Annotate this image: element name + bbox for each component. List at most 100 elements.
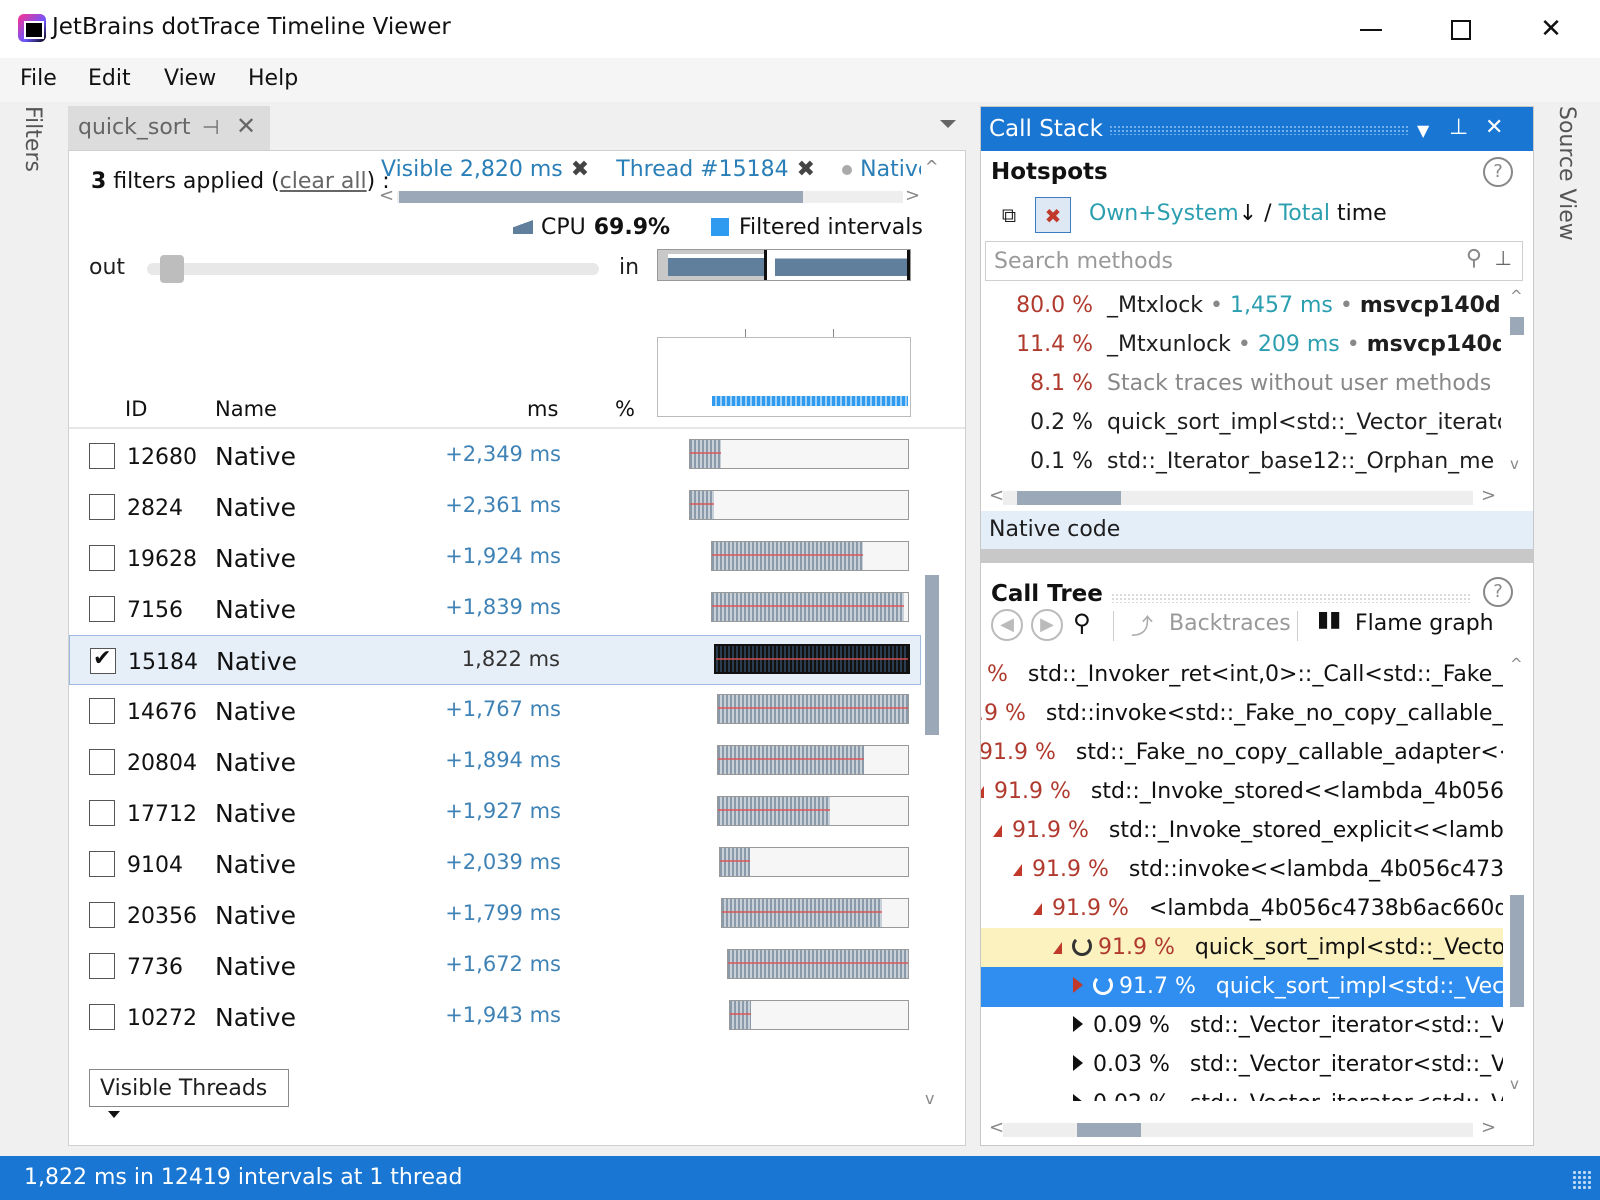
back-arrow-icon[interactable]: ◀ [991, 609, 1023, 641]
call-tree-row[interactable]: 91.9 % std::invoke<<lambda_4b056c4738b6 [981, 850, 1503, 890]
thread-activity-bar[interactable] [717, 745, 909, 775]
hotspots-vscrollbar[interactable]: ^ v [1507, 287, 1527, 487]
thread-row[interactable]: 17712 Native +1,927 ms [69, 788, 921, 838]
hotspot-row[interactable]: 0.1 % std::_Iterator_base12::_Orphan_me •… [981, 443, 1501, 483]
scroll-thumb[interactable] [1510, 317, 1524, 335]
minimize-button[interactable] [1336, 8, 1406, 50]
call-tree-row[interactable]: 91.9 % std::_Invoke_stored_explicit<<lamb… [981, 811, 1503, 851]
filter-chips-scrollbar[interactable]: < > [379, 185, 921, 206]
scroll-left-icon[interactable]: < [989, 1117, 1004, 1138]
thread-row[interactable]: 19628 Native +1,924 ms [69, 533, 921, 583]
thread-activity-bar[interactable] [711, 541, 909, 571]
collapsed-triangle-icon[interactable] [1073, 977, 1083, 993]
thread-row[interactable]: 20804 Native +1,894 ms [69, 737, 921, 787]
thread-row[interactable]: 15184 Native 1,822 ms [69, 635, 921, 685]
thread-row[interactable]: 7736 Native +1,672 ms [69, 941, 921, 991]
remove-filter-icon[interactable]: ✖ [797, 157, 815, 182]
call-tree-row[interactable]: 91.9 % std::_Invoke_stored<<lambda_4b056c… [981, 772, 1503, 812]
tab-list-dropdown-icon[interactable] [940, 120, 956, 128]
thread-activity-bar[interactable] [727, 949, 909, 979]
scroll-thumb[interactable] [399, 191, 803, 203]
backtraces-button[interactable]: Backtraces [1169, 611, 1291, 636]
expanded-triangle-icon[interactable] [1013, 864, 1022, 876]
close-tab-icon[interactable]: ✕ [236, 112, 256, 140]
thread-list-scrollbar[interactable]: ^ v [921, 151, 943, 1145]
hotspot-row[interactable]: 0.2 % quick_sort_impl<std::_Vector_iterat… [981, 404, 1501, 444]
thread-checkbox[interactable] [89, 698, 115, 724]
call-tree-vscrollbar[interactable]: ^ v [1507, 655, 1527, 1101]
thread-checkbox[interactable] [90, 646, 116, 674]
thread-row[interactable]: 12680 Native +2,349 ms [69, 431, 921, 481]
dropdown-menu-icon[interactable]: ▼ [1417, 121, 1429, 140]
close-window-button[interactable]: ✕ [1516, 8, 1586, 50]
help-icon[interactable]: ? [1483, 157, 1513, 187]
thread-row[interactable]: 9104 Native +2,039 ms [69, 839, 921, 889]
hotspot-row[interactable]: 80.0 % _Mtxlock • 1,457 ms • msvcp140d.dl… [981, 287, 1501, 327]
thread-checkbox[interactable] [89, 596, 115, 622]
pin-icon[interactable]: ⊣ [202, 115, 219, 139]
menu-help[interactable]: Help [248, 66, 298, 91]
collapsed-triangle-icon[interactable] [1073, 1055, 1083, 1071]
zoom-slider-thumb[interactable] [159, 255, 184, 283]
thread-activity-bar[interactable] [717, 694, 909, 724]
scroll-right-icon[interactable]: > [905, 185, 920, 206]
mode-own-system[interactable]: Own+System [1089, 201, 1239, 226]
thread-row[interactable]: 7156 Native +1,839 ms [69, 584, 921, 634]
thread-checkbox[interactable] [89, 902, 115, 928]
thread-activity-bar[interactable] [729, 1000, 909, 1030]
filter-chip-native[interactable]: Native [842, 157, 921, 182]
hotspot-row[interactable]: 11.4 % _Mtxunlock • 209 ms • msvcp140d.dl… [981, 326, 1501, 366]
thread-checkbox[interactable] [89, 851, 115, 877]
forward-arrow-icon[interactable]: ▶ [1031, 609, 1063, 641]
menu-view[interactable]: View [164, 66, 216, 91]
chevron-up-icon[interactable]: ^ [1510, 655, 1523, 673]
help-icon[interactable]: ? [1483, 577, 1513, 607]
expanded-triangle-icon[interactable] [981, 786, 984, 798]
collapsed-triangle-icon[interactable] [1073, 1094, 1083, 1101]
chevron-down-icon[interactable]: v [925, 1089, 934, 1108]
chevron-up-icon[interactable]: ^ [1510, 287, 1523, 305]
expanded-triangle-icon[interactable] [1033, 903, 1042, 915]
call-tree-row[interactable]: 0.02 % std::_Vector_iterator<std::_Vect [981, 1084, 1503, 1101]
filter-chip-thread[interactable]: Thread #15184 ✖ [616, 157, 815, 182]
thread-activity-bar[interactable] [721, 898, 909, 928]
chevron-down-icon[interactable]: v [1510, 455, 1519, 473]
thread-activity-bar[interactable] [717, 796, 909, 826]
pin-icon[interactable]: ⊥ [1449, 115, 1468, 140]
thread-row[interactable]: 14676 Native +1,767 ms [69, 686, 921, 736]
call-tree-hscrollbar[interactable]: < > [981, 1117, 1505, 1139]
drag-grip[interactable] [1109, 125, 1409, 135]
resize-grip-icon[interactable] [1572, 1170, 1592, 1190]
call-tree-row[interactable]: 91.9 % quick_sort_impl<std::_Vector_i [981, 928, 1503, 968]
collapsed-triangle-icon[interactable] [1073, 1016, 1083, 1032]
call-tree-row[interactable]: 91.9 % <lambda_4b056c4738b6ac660de4 [981, 889, 1503, 929]
hotspots-hscrollbar[interactable]: < > [981, 485, 1505, 507]
scroll-right-icon[interactable]: > [1481, 1117, 1496, 1138]
close-icon[interactable]: ✕ [1485, 115, 1503, 140]
search-icon[interactable]: ⚲ [1073, 609, 1091, 637]
chevron-up-icon[interactable]: ^ [925, 157, 938, 176]
filters-side-tab[interactable]: Filters [20, 106, 45, 172]
scroll-thumb[interactable] [1017, 491, 1121, 505]
filter-chip-visible[interactable]: Visible 2,820 ms ✖ [381, 157, 589, 182]
expanded-triangle-icon[interactable] [1053, 942, 1062, 954]
thread-checkbox[interactable] [89, 443, 115, 469]
source-view-side-tab[interactable]: Source View [1554, 106, 1579, 241]
call-tree-row[interactable]: 0.03 % std::_Vector_iterator<std::_Vect [981, 1045, 1503, 1085]
flame-graph-button[interactable]: Flame graph [1355, 611, 1494, 636]
col-name[interactable]: Name [215, 397, 277, 421]
zoom-slider[interactable] [147, 263, 599, 275]
call-tree-row[interactable]: .9 % std::invoke<std::_Fake_no_copy_calla… [981, 694, 1503, 734]
call-tree-row[interactable]: % std::_Invoker_ret<int,0>::_Call<std::_F… [981, 655, 1503, 695]
thread-checkbox[interactable] [89, 1004, 115, 1030]
thread-row[interactable]: 2824 Native +2,361 ms [69, 482, 921, 532]
thread-checkbox[interactable] [89, 545, 115, 571]
menu-file[interactable]: File [20, 66, 57, 91]
thread-row[interactable]: 10272 Native +1,943 ms [69, 992, 921, 1042]
call-tree-row[interactable]: 91.7 % quick_sort_impl<std::_Vecto [981, 967, 1503, 1007]
thread-activity-bar[interactable] [689, 490, 909, 520]
col-id[interactable]: ID [125, 397, 147, 421]
col-ms[interactable]: ms [527, 397, 558, 421]
scroll-thumb[interactable] [925, 575, 939, 735]
call-tree-row[interactable]: 91.9 % std::_Fake_no_copy_callable_adapte… [981, 733, 1503, 773]
